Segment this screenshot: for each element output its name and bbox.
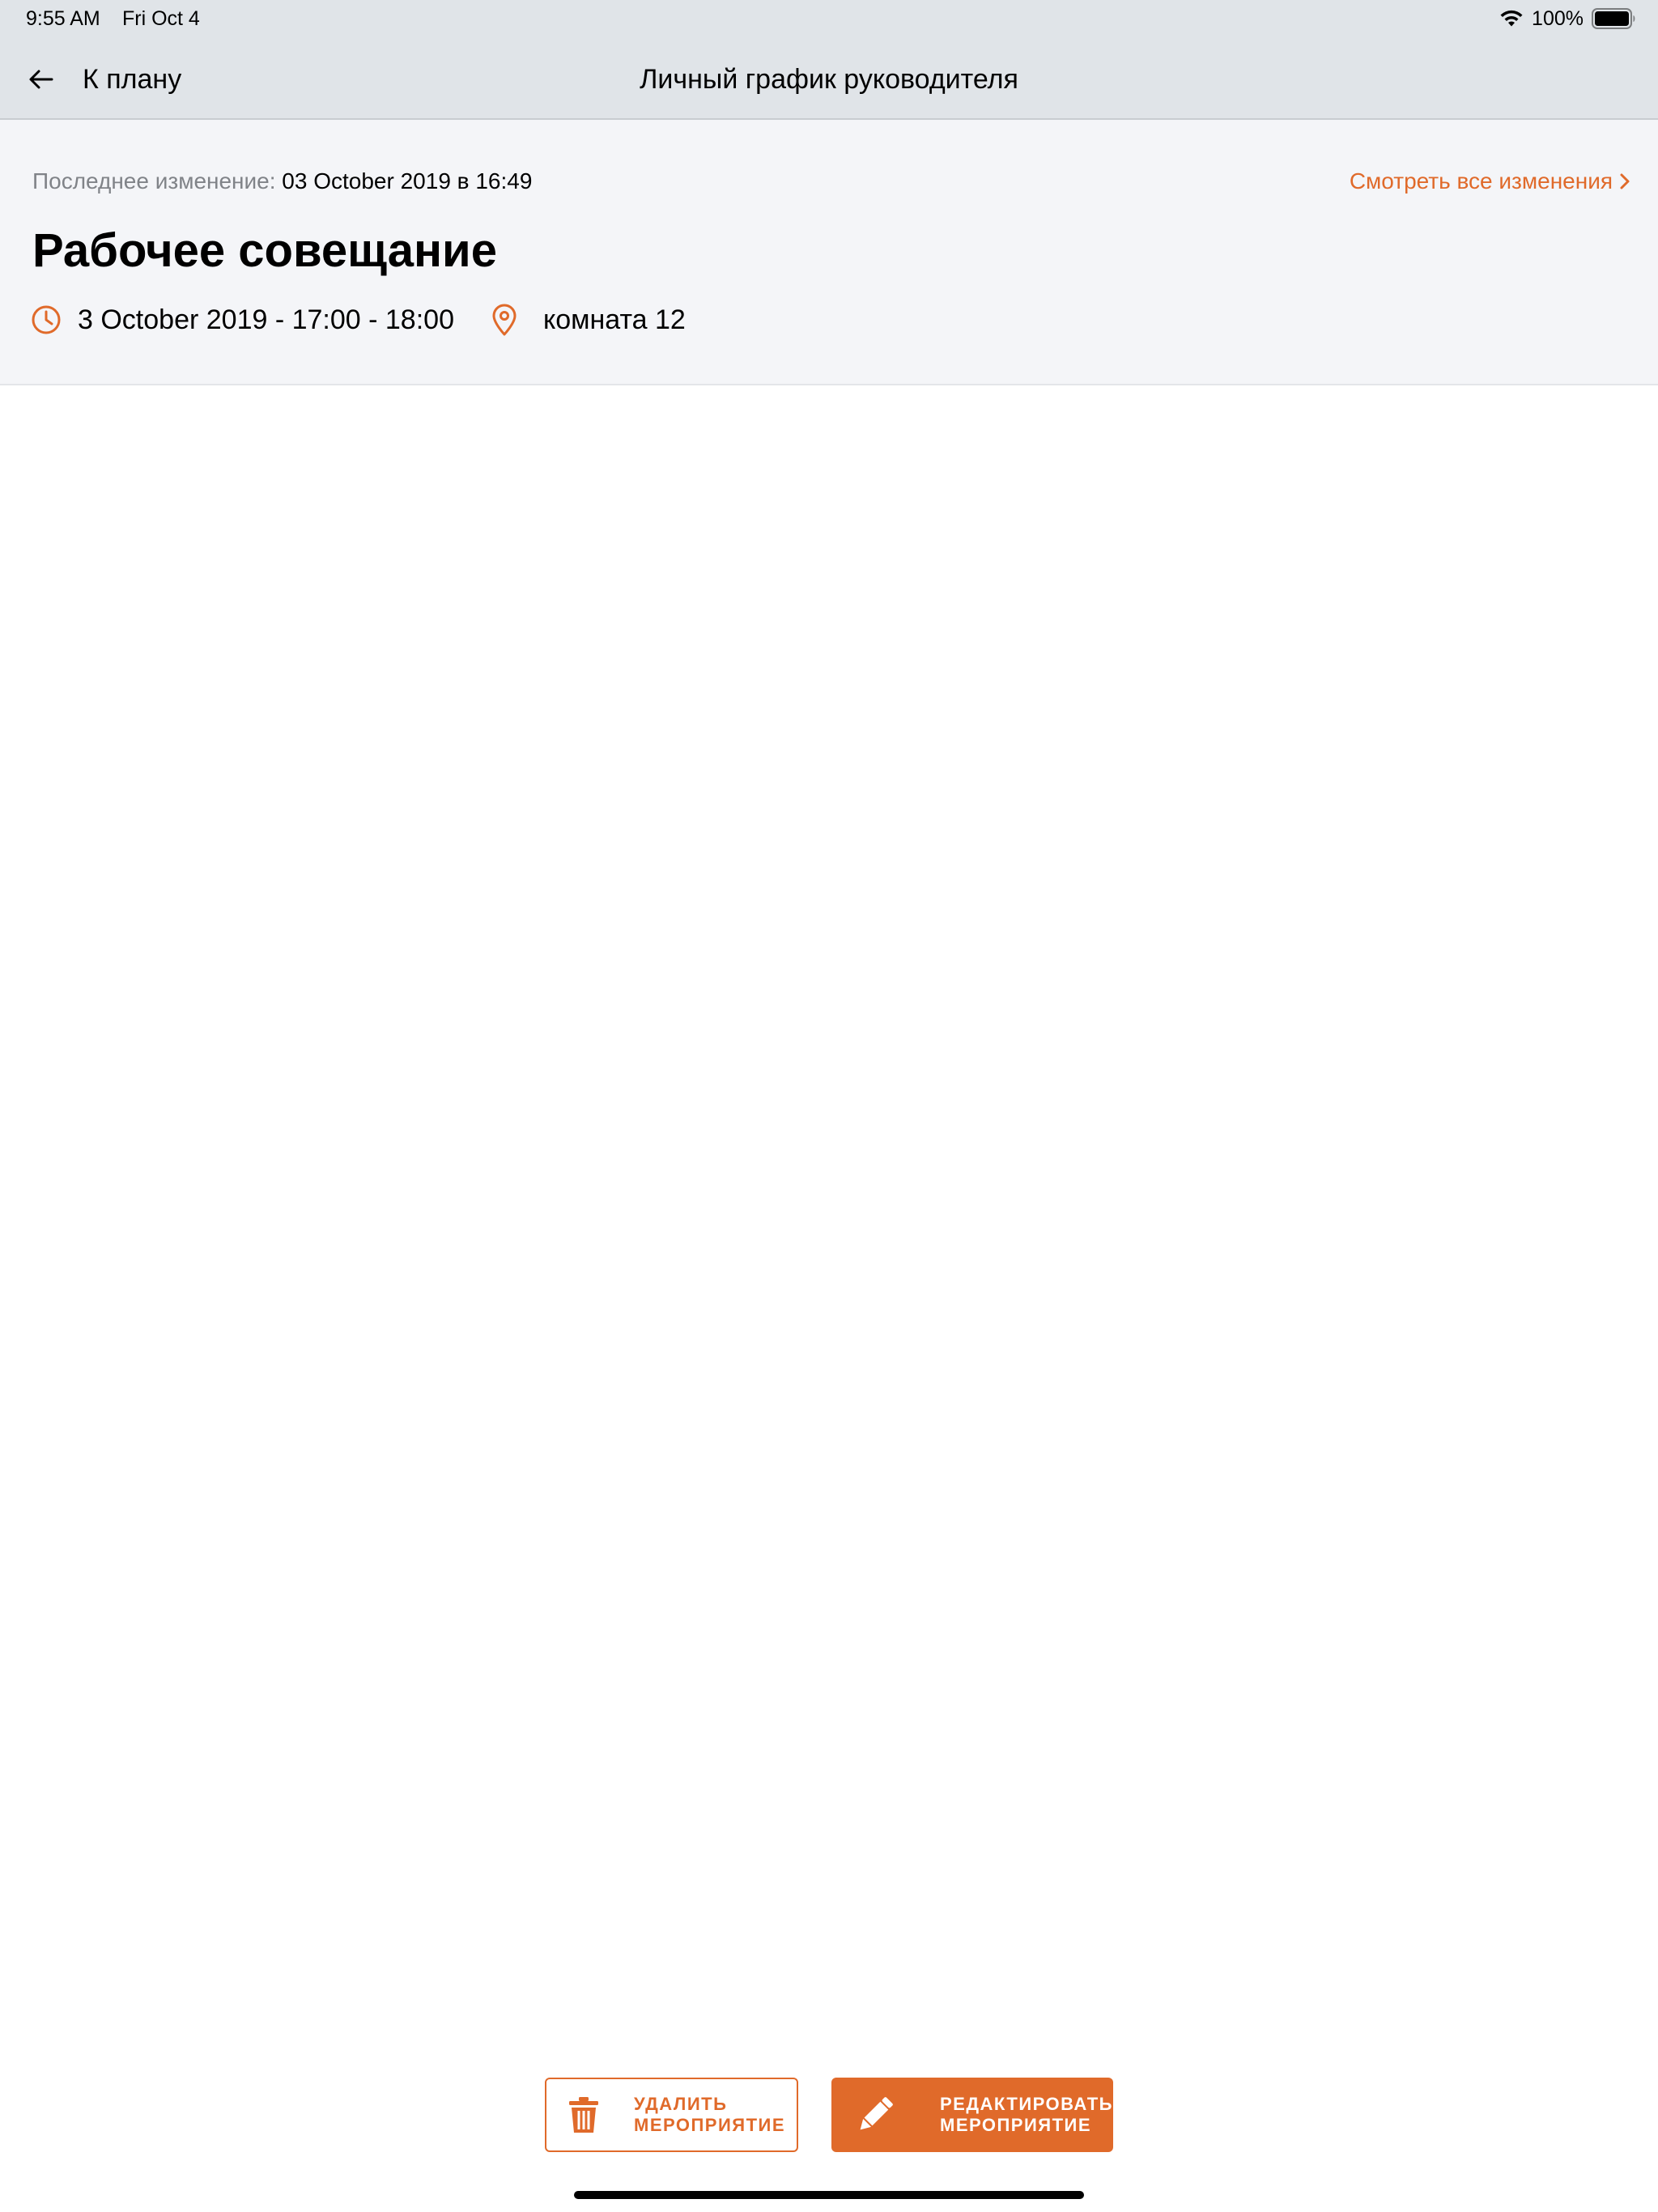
status-time: 9:55 AM xyxy=(26,7,100,30)
home-indicator[interactable] xyxy=(574,2191,1084,2199)
view-all-changes-link[interactable]: Смотреть все изменения xyxy=(1350,165,1630,198)
last-change-value: 03 October 2019 в 16:49 xyxy=(282,168,533,194)
event-location: комната 12 xyxy=(542,304,686,335)
delete-label-line-1: Удалить xyxy=(634,2094,728,2114)
page-title: Личный график руководителя xyxy=(640,64,1018,95)
clock-icon xyxy=(32,305,61,334)
event-title: Рабочее совещание xyxy=(32,224,497,277)
event-time: 3 October 2019 - 17:00 - 18:00 xyxy=(78,304,454,335)
edit-label-line-1: Редактировать xyxy=(940,2094,1113,2114)
chevron-right-icon xyxy=(1620,173,1630,189)
battery-icon xyxy=(1592,8,1635,29)
top-bar: 9:55 AM Fri Oct 4 100% К плану Личный гр… xyxy=(0,0,1658,120)
view-all-changes-label: Смотреть все изменения xyxy=(1349,168,1613,194)
last-change: Последнее изменение: 03 October 2019 в 1… xyxy=(32,165,532,198)
edit-event-label: Редактировать мероприятие xyxy=(940,2094,1113,2136)
wifi-icon xyxy=(1500,10,1523,27)
last-change-label: Последнее изменение: xyxy=(32,168,276,194)
battery-percentage: 100% xyxy=(1532,7,1584,30)
location-pin-icon xyxy=(492,304,517,336)
delete-event-button[interactable]: Удалить мероприятие xyxy=(545,2078,798,2152)
pencil-icon xyxy=(860,2097,893,2130)
status-indicators: 100% xyxy=(1499,5,1637,32)
event-meta: 3 October 2019 - 17:00 - 18:00 комната 1… xyxy=(31,300,686,340)
event-header: Последнее изменение: 03 October 2019 в 1… xyxy=(0,120,1658,385)
delete-event-label: Удалить мероприятие xyxy=(634,2094,785,2136)
trash-icon xyxy=(569,2097,598,2133)
status-date: Fri Oct 4 xyxy=(122,7,200,30)
edit-label-line-2: мероприятие xyxy=(940,2115,1092,2135)
delete-label-line-2: мероприятие xyxy=(634,2115,786,2135)
edit-event-button[interactable]: Редактировать мероприятие xyxy=(831,2078,1113,2152)
